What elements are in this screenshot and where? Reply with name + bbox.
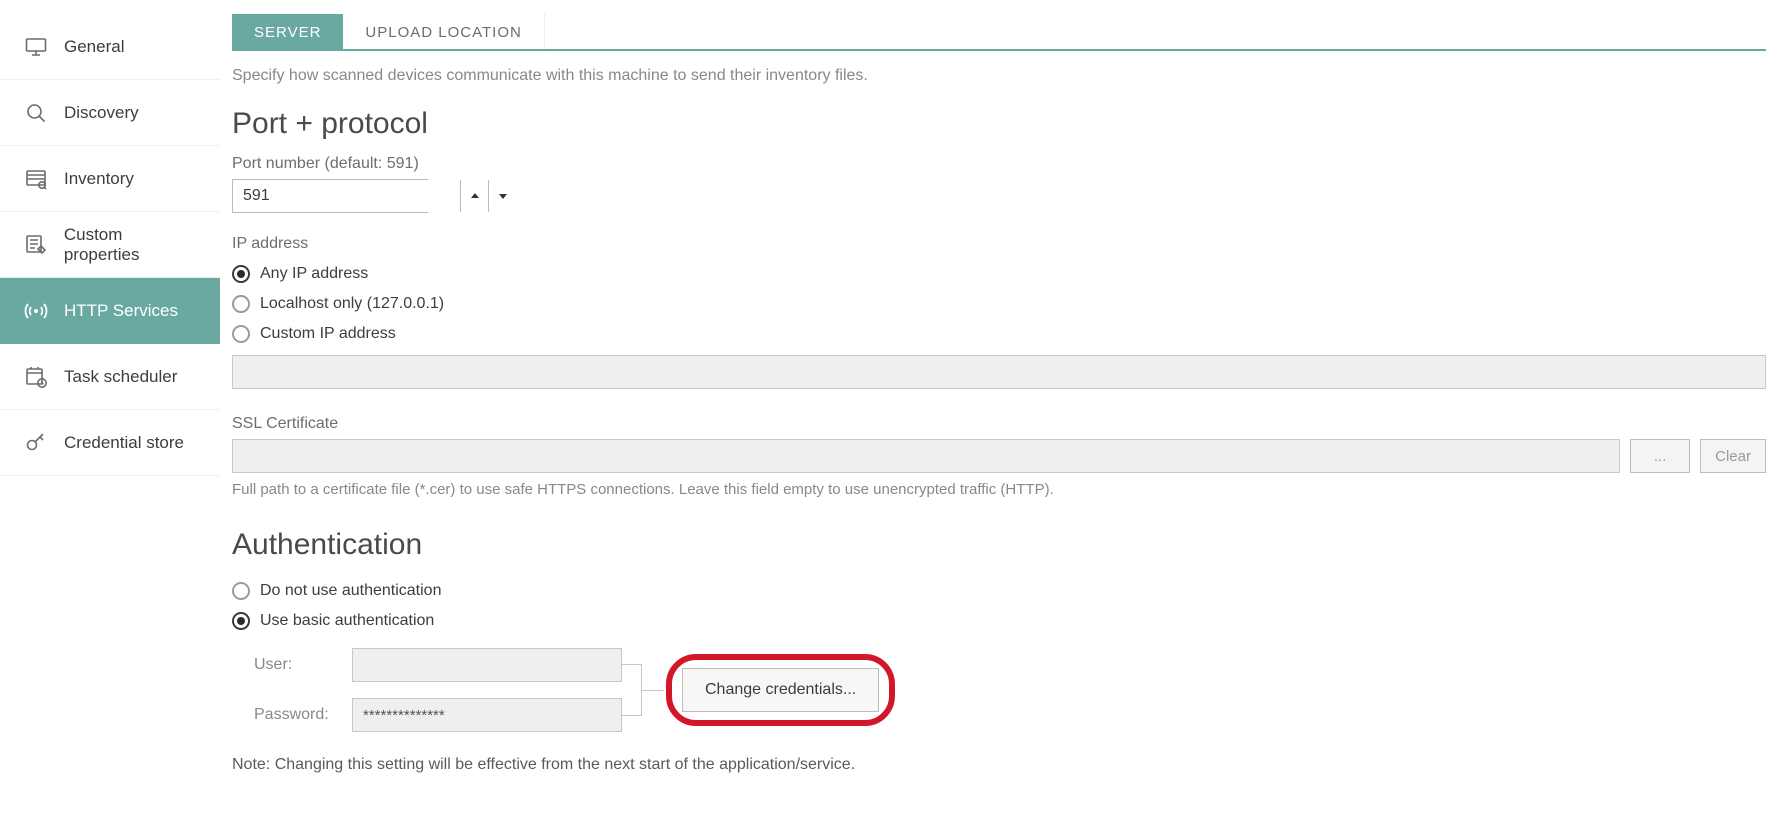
properties-icon xyxy=(22,231,50,259)
radio-auth-none[interactable] xyxy=(232,582,250,600)
auth-note: Note: Changing this setting will be effe… xyxy=(232,756,1766,774)
auth-radio-group: Do not use authentication Use basic auth… xyxy=(232,576,1766,636)
radio-ip-custom[interactable] xyxy=(232,325,250,343)
ssl-path-input xyxy=(232,439,1620,473)
sidebar-item-label: Custom properties xyxy=(64,225,202,265)
section-heading-auth: Authentication xyxy=(232,528,1766,562)
port-label: Port number (default: 591) xyxy=(232,155,1766,173)
radio-auth-basic[interactable] xyxy=(232,612,250,630)
bracket-decoration xyxy=(622,648,666,732)
main-content: SERVER UPLOAD LOCATION Specify how scann… xyxy=(220,0,1784,784)
search-icon xyxy=(22,99,50,127)
radio-label: Localhost only (127.0.0.1) xyxy=(260,295,444,313)
radio-ip-localhost[interactable] xyxy=(232,295,250,313)
radio-label: Any IP address xyxy=(260,265,368,283)
highlight-ring: Change credentials... xyxy=(666,654,895,726)
spinner-up-button[interactable] xyxy=(460,180,488,212)
calendar-clock-icon xyxy=(22,363,50,391)
ip-radio-group: Any IP address Localhost only (127.0.0.1… xyxy=(232,259,1766,349)
sidebar-item-discovery[interactable]: Discovery xyxy=(0,80,220,146)
radio-ip-any[interactable] xyxy=(232,265,250,283)
tab-upload-location[interactable]: UPLOAD LOCATION xyxy=(343,14,544,49)
user-input xyxy=(352,648,622,682)
sidebar: General Discovery Inventory Custom prope… xyxy=(0,0,220,784)
custom-ip-input xyxy=(232,355,1766,389)
ip-label: IP address xyxy=(232,235,1766,253)
sidebar-item-label: HTTP Services xyxy=(64,301,178,321)
section-heading-port: Port + protocol xyxy=(232,107,1766,141)
ssl-clear-button[interactable]: Clear xyxy=(1700,439,1766,473)
monitor-icon xyxy=(22,33,50,61)
port-spinner xyxy=(232,179,428,213)
change-credentials-button[interactable]: Change credentials... xyxy=(682,668,879,712)
radio-label: Use basic authentication xyxy=(260,612,434,630)
tab-server[interactable]: SERVER xyxy=(232,14,343,49)
radio-label: Do not use authentication xyxy=(260,582,441,600)
sidebar-item-task-scheduler[interactable]: Task scheduler xyxy=(0,344,220,410)
key-icon xyxy=(22,429,50,457)
sidebar-item-http-services[interactable]: HTTP Services xyxy=(0,278,220,344)
tabs: SERVER UPLOAD LOCATION xyxy=(232,14,1766,51)
sidebar-item-label: General xyxy=(64,37,124,57)
page-description: Specify how scanned devices communicate … xyxy=(232,67,1766,85)
broadcast-icon xyxy=(22,297,50,325)
sidebar-item-label: Credential store xyxy=(64,433,184,453)
ssl-label: SSL Certificate xyxy=(232,415,1766,433)
sidebar-item-label: Inventory xyxy=(64,169,134,189)
sidebar-item-inventory[interactable]: Inventory xyxy=(0,146,220,212)
ssl-browse-button[interactable]: ... xyxy=(1630,439,1690,473)
user-label: User: xyxy=(232,656,352,674)
password-input xyxy=(352,698,622,732)
inventory-icon xyxy=(22,165,50,193)
sidebar-item-credential-store[interactable]: Credential store xyxy=(0,410,220,476)
password-label: Password: xyxy=(232,706,352,724)
radio-label: Custom IP address xyxy=(260,325,396,343)
sidebar-item-label: Task scheduler xyxy=(64,367,177,387)
sidebar-item-general[interactable]: General xyxy=(0,14,220,80)
spinner-down-button[interactable] xyxy=(488,180,516,212)
sidebar-item-label: Discovery xyxy=(64,103,139,123)
sidebar-item-custom-properties[interactable]: Custom properties xyxy=(0,212,220,278)
ssl-hint: Full path to a certificate file (*.cer) … xyxy=(232,481,1766,498)
port-input[interactable] xyxy=(233,180,460,212)
